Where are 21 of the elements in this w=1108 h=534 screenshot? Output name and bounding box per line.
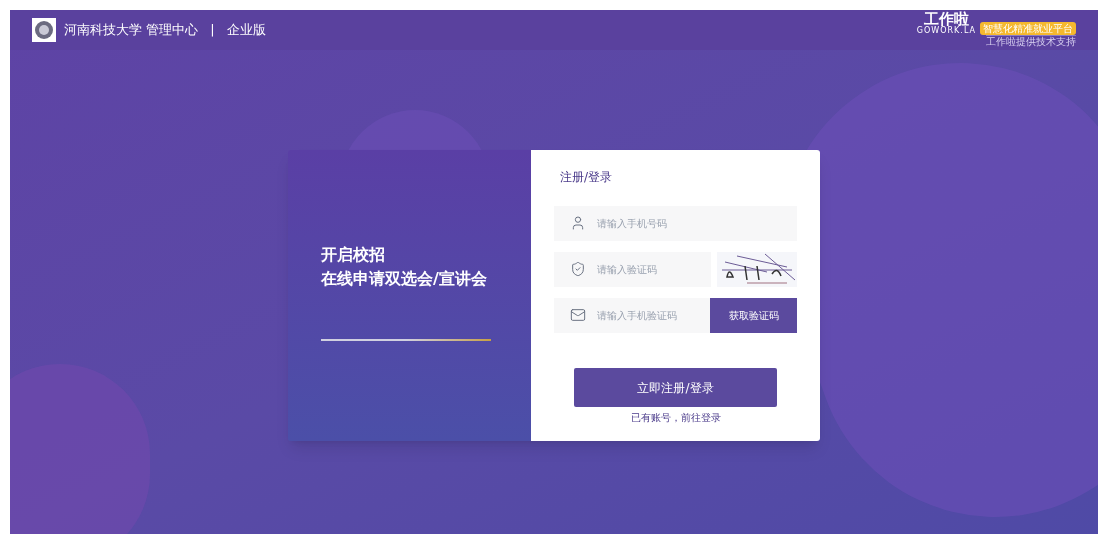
- submit-button[interactable]: 立即注册/登录: [574, 368, 777, 407]
- form-title: 注册/登录: [560, 169, 614, 186]
- promo-text: 开启校招: [321, 244, 386, 266]
- mail-icon: [570, 307, 586, 323]
- brand-domain: GOWORK.LA: [916, 27, 976, 35]
- input-field[interactable]: 请输入验证码: [554, 252, 711, 287]
- input-field[interactable]: 请输入手机号码: [554, 206, 797, 241]
- captcha-image[interactable]: [717, 252, 797, 287]
- get-code-button[interactable]: 获取验证码: [710, 298, 797, 333]
- login-link[interactable]: 已有账号，前往登录: [630, 410, 721, 425]
- input-field[interactable]: 请输入手机验证码: [554, 298, 710, 333]
- school-name: 河南科技大学 管理中心: [64, 21, 199, 40]
- promo-text: 在线申请双选会/宣讲会: [321, 268, 488, 290]
- edition-label: 企业版: [226, 21, 266, 40]
- brand-tagline: 智慧化精准就业平台: [980, 22, 1076, 35]
- user-icon: [570, 215, 586, 231]
- school-emblem-icon: [32, 18, 56, 42]
- support-text: 工作啦提供技术支持: [986, 35, 1076, 48]
- shield-check-icon: [570, 261, 586, 277]
- separator: |: [210, 21, 215, 40]
- brand-name: 工作啦: [923, 12, 969, 27]
